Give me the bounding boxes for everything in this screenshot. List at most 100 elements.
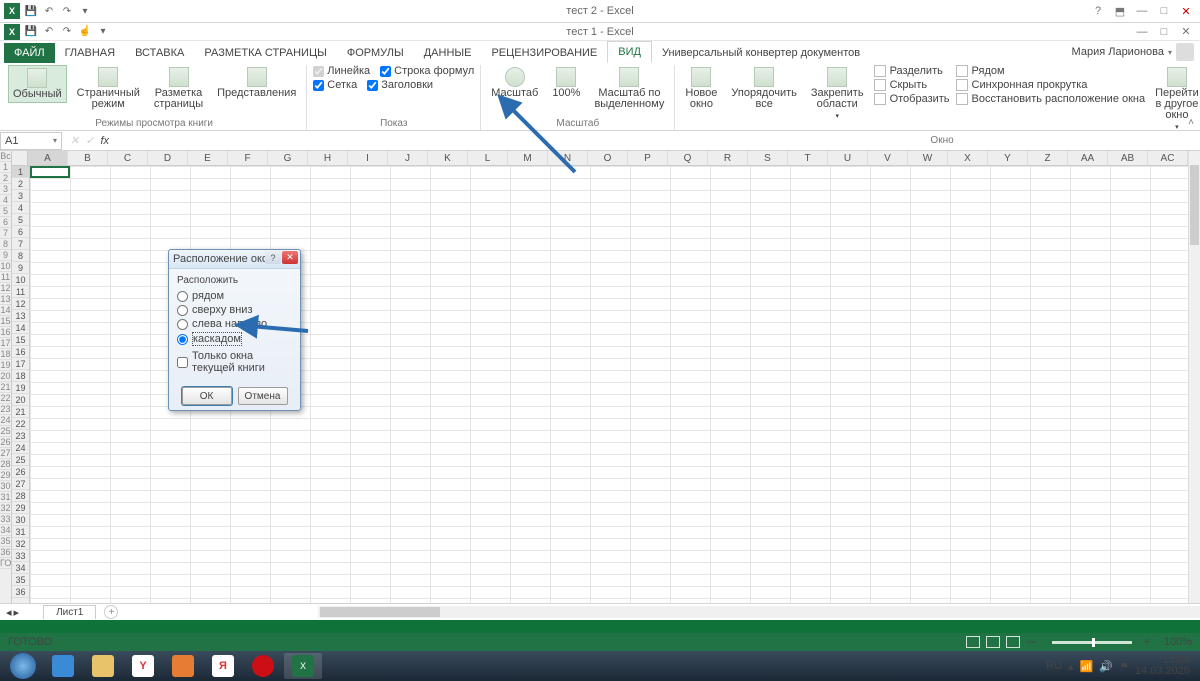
clock[interactable]: 15:0914.03.2020: [1135, 655, 1190, 677]
row-header[interactable]: 6: [12, 226, 29, 238]
row-header[interactable]: 25: [12, 454, 29, 466]
qat-dd-icon[interactable]: ▾: [96, 25, 110, 39]
close-icon[interactable]: ✕: [1176, 4, 1196, 18]
touch-icon[interactable]: ☝: [78, 25, 92, 39]
ya-icon[interactable]: Я: [204, 653, 242, 679]
row-header[interactable]: 17: [12, 358, 29, 370]
maximize-icon[interactable]: □: [1154, 4, 1174, 18]
col-header[interactable]: D: [148, 151, 188, 165]
collapse-ribbon-icon[interactable]: ˄: [1188, 117, 1194, 128]
zoom-in-icon[interactable]: +: [1144, 636, 1158, 648]
col-header[interactable]: B: [68, 151, 108, 165]
col-header[interactable]: X: [948, 151, 988, 165]
ie-icon[interactable]: [44, 653, 82, 679]
row-header[interactable]: 5: [12, 214, 29, 226]
zoom-level[interactable]: 100%: [1164, 636, 1192, 648]
radio-tiled[interactable]: рядом: [177, 290, 292, 302]
col-header[interactable]: Q: [668, 151, 708, 165]
row-header[interactable]: 10: [12, 274, 29, 286]
col-header[interactable]: AB: [1108, 151, 1148, 165]
view-normal-icon[interactable]: [966, 636, 980, 648]
cancel-fx-icon[interactable]: ✕: [70, 134, 79, 147]
explorer-icon[interactable]: [84, 653, 122, 679]
row-header[interactable]: 33: [12, 550, 29, 562]
split-button[interactable]: Разделить: [874, 65, 950, 77]
unhide-button[interactable]: Отобразить: [874, 93, 950, 105]
column-headers[interactable]: ABCDEFGHIJKLMNOPQRSTUVWXYZAAABAC: [12, 151, 1188, 166]
chk-active-workbook[interactable]: Только окна текущей книги: [177, 350, 292, 374]
view-pagelayout-button[interactable]: Разметка страницы: [150, 65, 207, 112]
col-header[interactable]: R: [708, 151, 748, 165]
zoom-out-icon[interactable]: —: [1026, 636, 1040, 648]
col-header[interactable]: V: [868, 151, 908, 165]
view-pagebreak-button[interactable]: Страничный режим: [73, 65, 144, 112]
view-pagelayout-icon[interactable]: [986, 636, 1000, 648]
row-header[interactable]: 30: [12, 514, 29, 526]
col-header[interactable]: L: [468, 151, 508, 165]
radio-vertical[interactable]: слева направо: [177, 318, 292, 330]
col-header[interactable]: K: [428, 151, 468, 165]
row-header[interactable]: 11: [12, 286, 29, 298]
tab-pagelayout[interactable]: РАЗМЕТКА СТРАНИЦЫ: [194, 43, 336, 63]
fx-icon[interactable]: fx: [100, 135, 109, 147]
reset-pos-button[interactable]: Восстановить расположение окна: [956, 93, 1146, 105]
col-header[interactable]: F: [228, 151, 268, 165]
col-header[interactable]: P: [628, 151, 668, 165]
ok-button[interactable]: ОК: [182, 387, 232, 405]
horizontal-scrollbar[interactable]: [318, 606, 1200, 618]
view-pagebreak-icon[interactable]: [1006, 636, 1020, 648]
tab-home[interactable]: ГЛАВНАЯ: [55, 43, 125, 63]
row-header[interactable]: 2: [12, 178, 29, 190]
row-header[interactable]: 14: [12, 322, 29, 334]
chk-headings[interactable]: Заголовки: [367, 79, 433, 91]
col-header[interactable]: Z: [1028, 151, 1068, 165]
row-headers[interactable]: 1234567891011121314151617181920212223242…: [12, 166, 30, 603]
tab-formulas[interactable]: ФОРМУЛЫ: [337, 43, 414, 63]
save-icon[interactable]: 💾: [24, 25, 38, 39]
tab-converter[interactable]: Универсальный конвертер документов: [652, 43, 870, 63]
dialog-close-icon[interactable]: ✕: [282, 251, 298, 264]
select-all-corner[interactable]: [12, 151, 28, 165]
row-header[interactable]: 20: [12, 394, 29, 406]
col-header[interactable]: M: [508, 151, 548, 165]
row-header[interactable]: 16: [12, 346, 29, 358]
zoom-100-button[interactable]: 100%: [548, 65, 584, 101]
redo-icon[interactable]: ↷: [60, 4, 74, 18]
row-header[interactable]: 1: [12, 166, 29, 178]
tab-data[interactable]: ДАННЫЕ: [414, 43, 482, 63]
col-header[interactable]: T: [788, 151, 828, 165]
system-tray[interactable]: RU ▴ 📶 🔊 ⚑ 15:0914.03.2020: [1046, 655, 1196, 677]
col-header[interactable]: C: [108, 151, 148, 165]
row-header[interactable]: 7: [12, 238, 29, 250]
row-header[interactable]: 32: [12, 538, 29, 550]
chk-ruler[interactable]: Линейка: [313, 65, 370, 77]
minimize-icon[interactable]: —: [1132, 4, 1152, 18]
sync-scroll-button[interactable]: Синхронная прокрутка: [956, 79, 1146, 91]
col-header[interactable]: U: [828, 151, 868, 165]
row-header[interactable]: 9: [12, 262, 29, 274]
minimize-icon[interactable]: —: [1132, 25, 1152, 39]
yandex-icon[interactable]: Y: [124, 653, 162, 679]
row-header[interactable]: 27: [12, 478, 29, 490]
row-header[interactable]: 21: [12, 406, 29, 418]
excel-task-icon[interactable]: X: [284, 653, 322, 679]
col-header[interactable]: H: [308, 151, 348, 165]
cancel-button[interactable]: Отмена: [238, 387, 288, 405]
tab-file[interactable]: ФАЙЛ: [4, 43, 55, 63]
row-header[interactable]: 23: [12, 430, 29, 442]
dialog-titlebar[interactable]: Расположение окон ? ✕: [169, 250, 300, 269]
start-button[interactable]: [4, 653, 42, 679]
undo-icon[interactable]: ↶: [42, 4, 56, 18]
arrange-all-button[interactable]: Упорядочить все: [727, 65, 800, 112]
row-header[interactable]: 29: [12, 502, 29, 514]
ribbon-options-icon[interactable]: ⬒: [1110, 4, 1130, 18]
sheet-tab[interactable]: Лист1: [43, 605, 96, 619]
enter-fx-icon[interactable]: ✓: [85, 134, 94, 147]
col-header[interactable]: N: [548, 151, 588, 165]
col-header[interactable]: I: [348, 151, 388, 165]
col-header[interactable]: S: [748, 151, 788, 165]
help-icon[interactable]: ?: [1088, 4, 1108, 18]
row-header[interactable]: 34: [12, 562, 29, 574]
tray-up-icon[interactable]: ▴: [1068, 660, 1074, 673]
zoom-slider[interactable]: [1052, 641, 1132, 644]
